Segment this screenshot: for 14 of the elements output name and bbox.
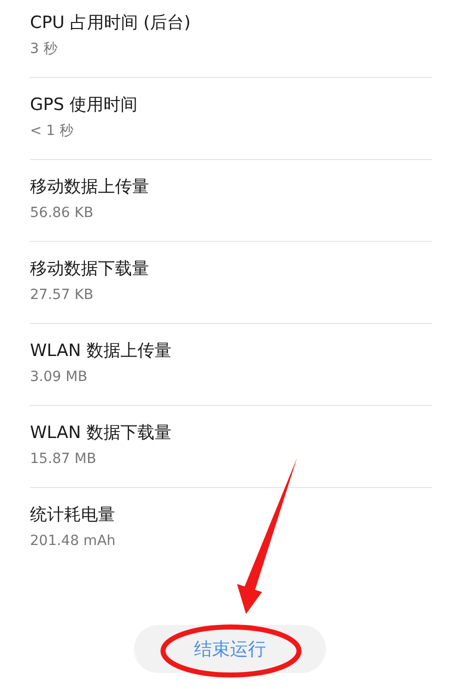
stat-label: 移动数据下载量 <box>30 258 150 281</box>
stat-value: < 1 秒 <box>30 122 75 140</box>
stat-label: 移动数据上传量 <box>30 176 150 199</box>
stat-value: 3 秒 <box>30 40 58 58</box>
stat-label: 统计耗电量 <box>30 504 116 527</box>
stat-value: 56.86 KB <box>30 204 94 222</box>
stat-label: WLAN 数据上传量 <box>30 340 172 363</box>
stat-label: WLAN 数据下载量 <box>30 422 172 445</box>
stat-value: 27.57 KB <box>30 286 94 304</box>
stat-value: 15.87 MB <box>30 450 98 468</box>
stat-label: CPU 占用时间 (后台) <box>30 12 192 35</box>
stat-value: 3.09 MB <box>30 368 88 386</box>
stat-label: GPS 使用时间 <box>30 94 139 117</box>
stat-value: 201.48 mAh <box>30 532 117 550</box>
